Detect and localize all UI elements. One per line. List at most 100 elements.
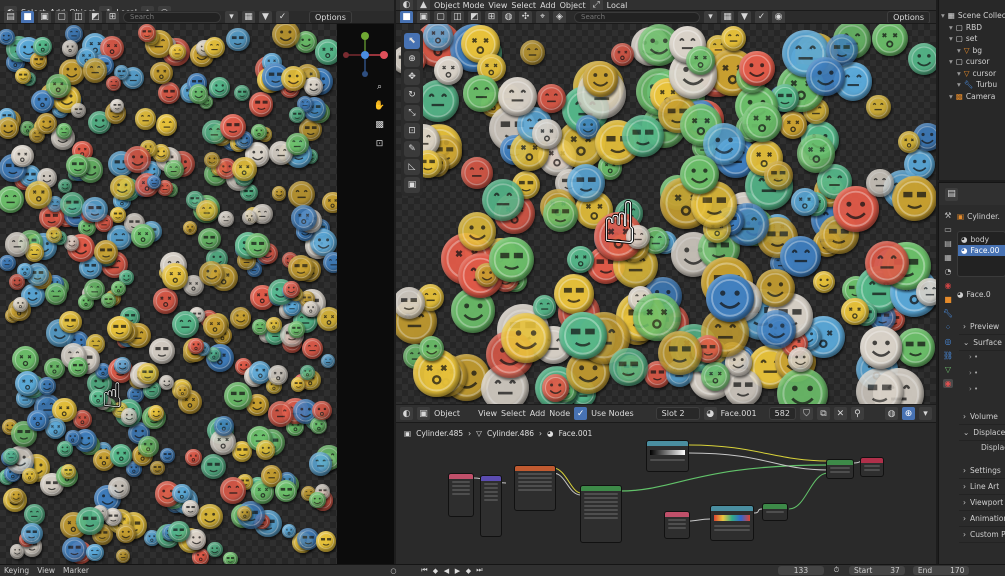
image-texture-node[interactable] <box>514 465 556 511</box>
material-user-count[interactable]: 582 <box>768 407 796 420</box>
select-intersect-icon[interactable]: ◩ <box>89 11 102 23</box>
lock-icon[interactable]: ⊡ <box>373 137 386 150</box>
right-menu-object[interactable]: Object <box>560 1 586 10</box>
modifier-tab-icon[interactable]: 🔧︎ <box>943 309 953 318</box>
property-panel-header[interactable]: › Viewport D <box>959 495 1005 511</box>
use-nodes-checkbox[interactable]: ✓ <box>574 407 588 420</box>
property-panel-header[interactable]: › Preview <box>959 319 1005 335</box>
outliner-item[interactable]: ▾ ▢ cursor <box>939 56 1005 68</box>
material-tab-icon[interactable]: ◉ <box>942 379 954 388</box>
color-ramp-node[interactable] <box>646 440 689 472</box>
duplicate-icon[interactable]: ⧉ <box>816 407 830 420</box>
select-subtract-icon[interactable]: ▢ <box>434 11 447 23</box>
annotate-tool-icon[interactable]: ✎ <box>404 141 420 157</box>
zoom-icon[interactable]: ⌕ <box>373 80 386 93</box>
filter-icon[interactable]: ▤ <box>4 11 17 23</box>
select-box-icon[interactable]: ■ <box>21 11 34 23</box>
property-panel-header[interactable]: › Volume <box>959 409 1005 425</box>
view-layer-tab-icon[interactable]: ▦ <box>944 253 952 262</box>
record-icon[interactable]: ○ <box>389 566 398 575</box>
mode-icon[interactable]: ▲ <box>417 0 430 10</box>
outliner-item[interactable]: ▾ ▢ set <box>939 33 1005 45</box>
property-panel-header[interactable]: › Custom Pr <box>959 527 1005 543</box>
camera-view-icon[interactable]: ⊞ <box>106 11 119 23</box>
particles-tab-icon[interactable]: ⁘ <box>945 323 952 332</box>
object-tab-icon[interactable]: ■ <box>944 295 952 304</box>
material-slot-item-selected[interactable]: ◕ Face.00 <box>958 245 1005 256</box>
overlay-icon[interactable]: ◍ <box>502 11 515 23</box>
filter-funnel-icon[interactable]: ▼ <box>738 11 751 23</box>
bookmark-icon[interactable]: ▾ <box>704 11 717 23</box>
rotate-tool-icon[interactable]: ↻ <box>404 87 420 103</box>
outliner-item[interactable]: ▾ 🔧︎ Turbu <box>939 79 1005 91</box>
object-icon[interactable]: ▣ <box>417 407 430 420</box>
unlink-icon[interactable]: ✕ <box>833 407 847 420</box>
expand-arrow-icon[interactable]: ▾ <box>949 34 953 43</box>
slot-dropdown[interactable]: Slot 2 <box>655 407 700 420</box>
layout-icon[interactable]: ▦ <box>242 11 255 23</box>
layout-icon[interactable]: ▦ <box>721 11 734 23</box>
right-viewport-canvas[interactable]: ☝ <box>396 24 936 404</box>
jump-end-icon[interactable]: ⏭ <box>475 566 484 575</box>
jump-start-icon[interactable]: ⏮ <box>420 566 429 575</box>
start-frame-field[interactable]: Start 37 <box>848 566 905 575</box>
select-subtract-icon[interactable]: ▢ <box>55 11 68 23</box>
node-menu-add[interactable]: Add <box>530 409 546 418</box>
node-menu-select[interactable]: Select <box>501 409 526 418</box>
color-ramp-node-2[interactable] <box>710 505 754 541</box>
snapping-icon[interactable]: ⊕ <box>902 407 915 420</box>
prev-keyframe-icon[interactable]: ◆ <box>431 566 440 575</box>
left-viewport-canvas[interactable]: ☝ <box>0 24 337 564</box>
gizmo-icon[interactable]: ✣ <box>519 11 532 23</box>
material-output-node[interactable] <box>860 457 884 477</box>
principled-bsdf-node[interactable] <box>580 485 622 543</box>
overlay-toggle-icon[interactable]: ◍ <box>885 407 898 420</box>
editor-type-icon[interactable]: ◐ <box>400 407 413 420</box>
play-reverse-icon[interactable]: ◀ <box>442 566 451 575</box>
attribute-node[interactable] <box>664 511 690 539</box>
add-cube-tool-icon[interactable]: ▣ <box>404 177 420 193</box>
node-editor-canvas[interactable]: ▣ Cylinder.485 › ▽ Cylinder.486 › ◕ Face… <box>396 423 936 564</box>
outliner-item[interactable]: ▾ ▦ Scene Collec <box>939 10 1005 22</box>
node-menu-view[interactable]: View <box>478 409 497 418</box>
surface-socket-row[interactable]: › • <box>969 385 978 393</box>
surface-socket-row[interactable]: › • <box>969 353 978 361</box>
texture-coordinate-node[interactable] <box>448 473 474 517</box>
material-slot-item[interactable]: ◕ body <box>958 234 1005 245</box>
world-tab-icon[interactable]: ◉ <box>945 281 952 290</box>
physics-tab-icon[interactable]: ◎ <box>945 337 952 346</box>
outliner-item[interactable]: ▾ ▢ RBD <box>939 22 1005 34</box>
move-tool-icon[interactable]: ✥ <box>404 69 420 85</box>
clock-icon[interactable]: ⏱ <box>832 566 841 575</box>
material-name-field[interactable]: Face.001 <box>721 409 765 418</box>
select-intersect-icon[interactable]: ◩ <box>468 11 481 23</box>
properties-object-name[interactable]: Cylinder. <box>967 212 1000 221</box>
timeline-menu-view[interactable]: View <box>37 566 55 575</box>
fake-user-icon[interactable]: ⛉ <box>799 407 813 420</box>
property-panel-header[interactable]: ⌄Displacem <box>959 425 1005 441</box>
expand-arrow-icon[interactable]: ▾ <box>941 11 945 20</box>
mix-shader-node[interactable] <box>826 459 854 479</box>
measure-tool-icon[interactable]: ◺ <box>404 159 420 175</box>
right-menu-add[interactable]: Add <box>540 1 556 10</box>
tool-tab-icon[interactable]: ⚒ <box>944 211 951 220</box>
right-search-input[interactable]: Search <box>574 11 700 23</box>
expand-arrow-icon[interactable]: ▾ <box>949 57 953 66</box>
scene-tab-icon[interactable]: ◔ <box>945 267 952 276</box>
left-search-input[interactable]: Search <box>123 11 221 23</box>
timeline-menu-marker[interactable]: Marker <box>63 566 89 575</box>
select-invert-icon[interactable]: ◫ <box>451 11 464 23</box>
bookmark-icon[interactable]: ▾ <box>225 11 238 23</box>
property-panel-header[interactable]: › Line Art <box>959 479 1005 495</box>
expand-arrow-icon[interactable]: ▾ <box>949 92 953 101</box>
emission-node[interactable] <box>762 503 788 521</box>
property-panel-header[interactable]: › Animation <box>959 511 1005 527</box>
grid-icon[interactable]: ⊞ <box>485 11 498 23</box>
material-sphere-icon[interactable]: ◕ <box>703 407 717 420</box>
pan-hand-icon[interactable]: ✋ <box>373 99 386 112</box>
select-tool-icon[interactable]: ⬉ <box>404 33 420 49</box>
timeline-menu-keying[interactable]: Keying <box>4 566 29 575</box>
select-extend-icon[interactable]: ▣ <box>38 11 51 23</box>
orientation-icon[interactable]: ⤢ <box>589 0 603 10</box>
outliner-item[interactable]: ▾ ▽ bg <box>939 45 1005 57</box>
